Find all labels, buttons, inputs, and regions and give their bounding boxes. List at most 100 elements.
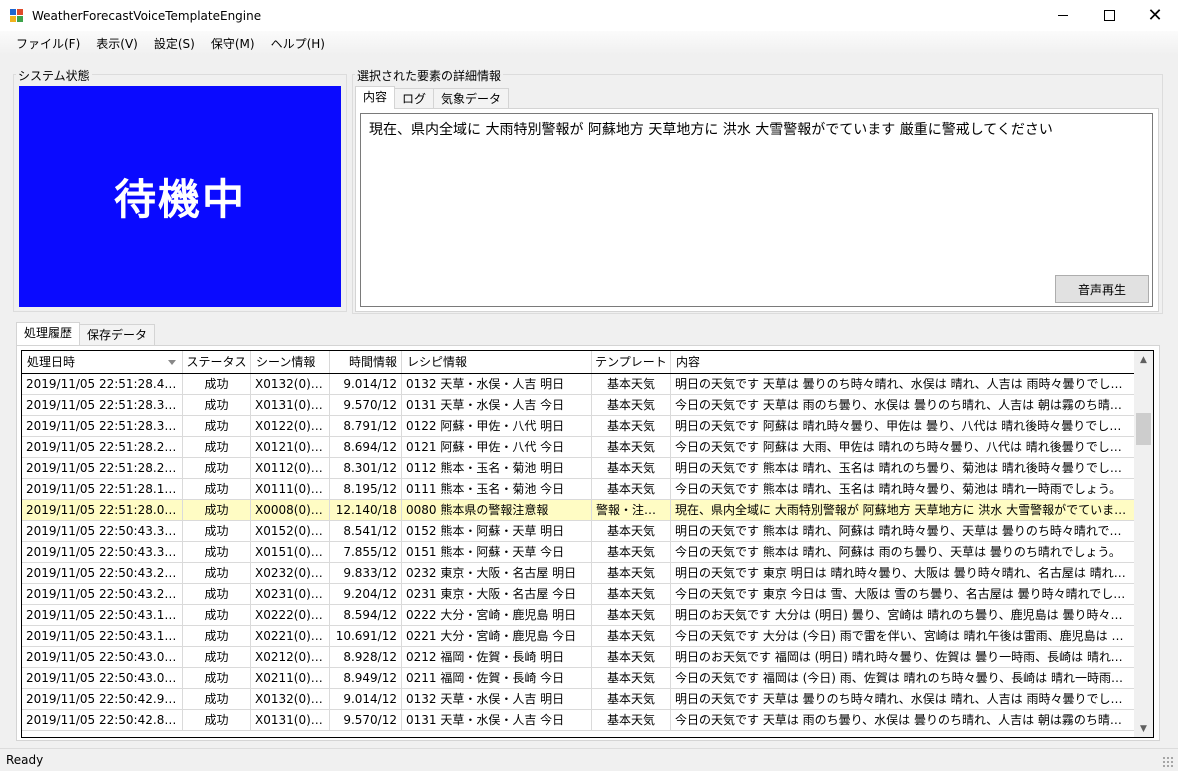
tab-content[interactable]: 内容 [355,86,396,109]
cell-recipe: 0112 熊本・玉名・菊池 明日 [402,458,592,478]
play-audio-button[interactable]: 音声再生 [1055,275,1149,303]
cell-time: 8.928/12 [330,647,402,667]
resize-grip-icon[interactable] [1162,756,1174,768]
cell-recipe: 0232 東京・大阪・名古屋 明日 [402,563,592,583]
vertical-scrollbar[interactable]: ▲ ▼ [1134,351,1153,737]
menu-bar: ファイル(F) 表示(V) 設定(S) 保守(M) ヘルプ(H) [0,31,1178,55]
cell-status: 成功 [183,416,251,436]
table-row[interactable]: 2019/11/05 22:51:28.327 成功 X0122(0) ... 8.7… [22,416,1134,437]
table-row[interactable]: 2019/11/05 22:50:43.346 成功 X0152(0) ... 8.5… [22,521,1134,542]
col-header-scene[interactable]: シーン情報 [251,351,330,373]
cell-time: 9.204/12 [330,584,402,604]
cell-status: 成功 [183,668,251,688]
cell-datetime: 2019/11/05 22:50:42.892 [22,710,183,730]
cell-scene: X0131(0) ... [251,710,330,730]
table-row[interactable]: 2019/11/05 22:50:43.154 成功 X0222(0) ... 8.5… [22,605,1134,626]
content-textbox[interactable]: 現在、県内全域に 大雨特別警報が 阿蘇地方 天草地方に 洪水 大雪警報がでていま… [360,113,1153,307]
app-icon [10,8,24,23]
cell-recipe: 0131 天草・水俣・人吉 今日 [402,710,592,730]
menu-help[interactable]: ヘルプ(H) [263,35,333,52]
cell-content: 明日のお天気です 大分は (明日) 曇り、宮崎は 晴れのち曇り、鹿児島は 曇り時… [675,608,1134,622]
cell-status: 成功 [183,374,251,394]
table-row[interactable]: 2019/11/05 22:51:28.420 成功 X0132(0) ... 9.0… [22,374,1134,395]
cell-content: 今日の天気です 大分は (今日) 雨で雷を伴い、宮崎は 晴れ午後は雷雨、鹿児島は… [675,629,1134,643]
table-row[interactable]: 2019/11/05 22:50:43.260 成功 X0232(0) ... 9.8… [22,563,1134,584]
cell-recipe: 0152 熊本・阿蘇・天草 明日 [402,521,592,541]
table-row[interactable]: 2019/11/05 22:50:43.203 成功 X0231(0) ... 9.2… [22,584,1134,605]
table-row[interactable]: 2019/11/05 22:51:28.238 成功 X0112(0) ... 8.3… [22,458,1134,479]
cell-template: 基本天気 [592,458,671,478]
cell-scene: X0151(0) ... [251,542,330,562]
cell-time: 12.140/18 [330,500,402,520]
cell-content: 明日の天気です 阿蘇は 晴れ時々曇り、甲佐は 曇り、八代は 晴れ後時々曇りでしょ… [675,419,1134,433]
tab-saved-data[interactable]: 保存データ [79,324,156,345]
table-row[interactable]: 2019/11/05 22:50:43.016 成功 X0211(0) ... 8.9… [22,668,1134,689]
col-header-datetime[interactable]: 処理日時 [22,351,183,373]
cell-content: 今日の天気です 福岡は (今日) 雨、佐賀は 晴れのち時々曇り、長崎は 晴れ一時… [675,671,1134,685]
cell-time: 9.833/12 [330,563,402,583]
col-header-recipe[interactable]: レシピ情報 [402,351,592,373]
cell-datetime: 2019/11/05 22:50:43.109 [22,626,183,646]
table-row[interactable]: 2019/11/05 22:51:28.374 成功 X0131(0) ... 9.5… [22,395,1134,416]
cell-recipe: 0151 熊本・阿蘇・天草 今日 [402,542,592,562]
col-header-status[interactable]: ステータス [183,351,251,373]
sort-down-icon [168,360,176,365]
table-row[interactable]: 2019/11/05 22:51:28.018 成功 X0008(0) ... 12.… [22,500,1134,521]
cell-content: 明日の天気です 天草は 曇りのち時々晴れ、水俣は 晴れ、人吉は 雨時々曇りでしょ… [675,377,1134,391]
table-row[interactable]: 2019/11/05 22:51:28.192 成功 X0111(0) ... 8.1… [22,479,1134,500]
detail-tabs: 内容 ログ 気象データ [355,86,510,109]
history-grid[interactable]: 処理日時 ステータス シーン情報 時間情報 レシピ情報 テンプレート 内容 20… [21,350,1154,738]
detail-group-title: 選択された要素の詳細情報 [355,67,504,84]
cell-content: 明日の天気です 天草は 曇りのち時々晴れ、水俣は 晴れ、人吉は 雨時々曇りでしょ… [675,692,1134,706]
close-button[interactable]: ✕ [1132,0,1178,31]
table-row[interactable]: 2019/11/05 22:51:28.281 成功 X0121(0) ... 8.6… [22,437,1134,458]
cell-datetime: 2019/11/05 22:51:28.281 [22,437,183,457]
tab-weather-data[interactable]: 気象データ [433,88,510,109]
table-row[interactable]: 2019/11/05 22:50:43.057 成功 X0212(0) ... 8.9… [22,647,1134,668]
col-header-time[interactable]: 時間情報 [330,351,402,373]
cell-template: 基本天気 [592,647,671,667]
table-row[interactable]: 2019/11/05 22:50:42.975 成功 X0132(0) ... 9.0… [22,689,1134,710]
cell-template: 基本天気 [592,563,671,583]
cell-status: 成功 [183,563,251,583]
cell-content: 明日のお天気です 福岡は (明日) 晴れ時々曇り、佐賀は 曇り一時雨、長崎は 晴… [675,650,1134,664]
cell-time: 8.694/12 [330,437,402,457]
cell-template: 基本天気 [592,479,671,499]
cell-scene: X0112(0) ... [251,458,330,478]
tab-log[interactable]: ログ [394,88,435,109]
col-header-content[interactable]: 内容 [671,351,1134,373]
cell-status: 成功 [183,626,251,646]
scroll-up-icon[interactable]: ▲ [1134,351,1153,368]
cell-scene: X0131(0) ... [251,395,330,415]
cell-status: 成功 [183,605,251,625]
table-row[interactable]: 2019/11/05 22:50:43.305 成功 X0151(0) ... 7.8… [22,542,1134,563]
scroll-thumb[interactable] [1136,413,1151,445]
system-status-group: システム状態 待機中 [13,67,347,312]
tab-history[interactable]: 処理履歴 [16,322,81,345]
table-row[interactable]: 2019/11/05 22:50:42.892 成功 X0131(0) ... 9.5… [22,710,1134,731]
system-status-indicator: 待機中 [19,86,341,307]
menu-settings[interactable]: 設定(S) [146,35,203,52]
window-controls: ✕ [1040,0,1178,31]
cell-recipe: 0122 阿蘇・甲佐・八代 明日 [402,416,592,436]
cell-content: 今日の天気です 熊本は 晴れ、阿蘇は 雨のち曇り、天草は 曇りのち晴れでしょう。 [675,545,1121,559]
col-header-datetime-label: 処理日時 [27,355,76,369]
col-header-template[interactable]: テンプレート [592,351,671,373]
cell-content: 今日の天気です 阿蘇は 大雨、甲佐は 晴れのち時々曇り、八代は 晴れ後曇りでしょ… [675,440,1134,454]
cell-recipe: 0080 熊本県の警報注意報 [402,500,592,520]
menu-view[interactable]: 表示(V) [88,35,146,52]
cell-content: 明日の天気です 東京 明日は 晴れ時々曇り、大阪は 曇り時々晴れ、名古屋は 晴れ… [675,566,1134,580]
cell-datetime: 2019/11/05 22:51:28.238 [22,458,183,478]
cell-status: 成功 [183,542,251,562]
scroll-down-icon[interactable]: ▼ [1134,720,1153,737]
cell-recipe: 0222 大分・宮崎・鹿児島 明日 [402,605,592,625]
maximize-button[interactable] [1086,0,1132,31]
cell-template: 基本天気 [592,605,671,625]
menu-maintenance[interactable]: 保守(M) [203,35,263,52]
cell-datetime: 2019/11/05 22:50:43.016 [22,668,183,688]
cell-recipe: 0132 天草・水俣・人吉 明日 [402,374,592,394]
table-row[interactable]: 2019/11/05 22:50:43.109 成功 X0221(0) ... 10.… [22,626,1134,647]
menu-file[interactable]: ファイル(F) [8,35,88,52]
minimize-button[interactable] [1040,0,1086,31]
status-text: Ready [6,753,44,767]
